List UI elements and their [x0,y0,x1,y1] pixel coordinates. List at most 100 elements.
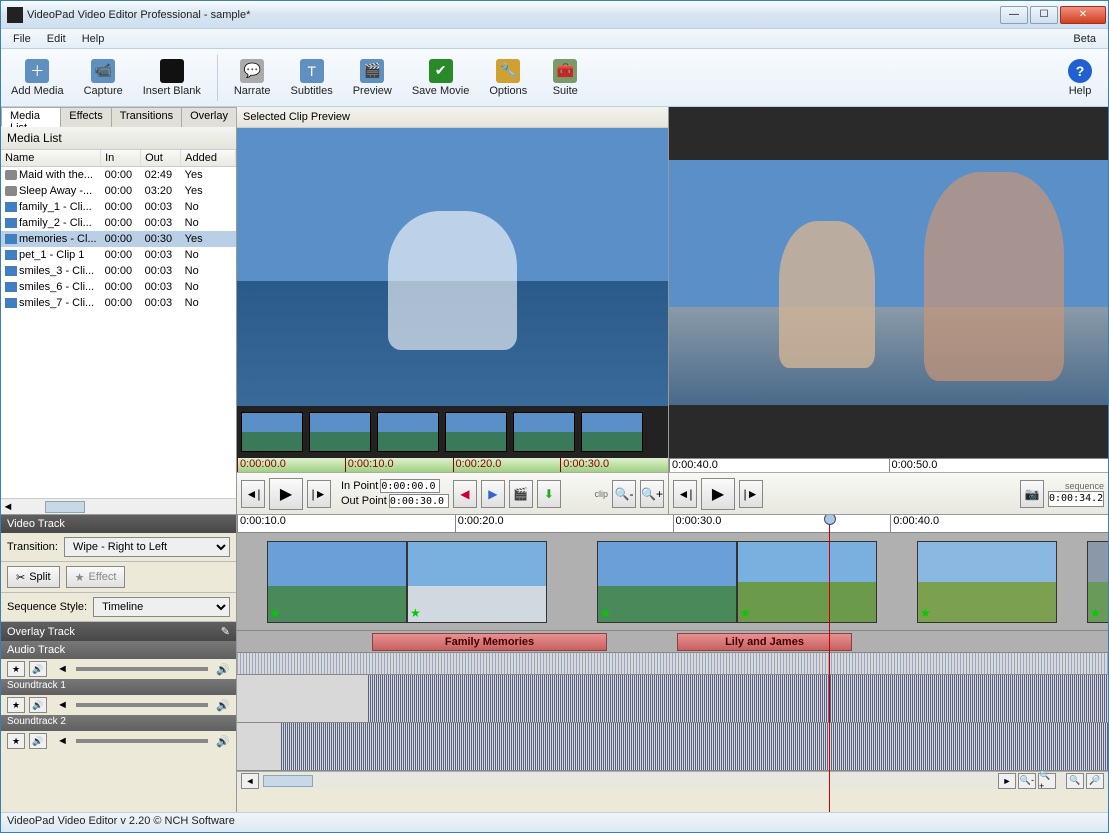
table-row[interactable]: Maid with the...00:0002:49Yes [1,167,236,184]
tab-media-list[interactable]: Media List [1,107,61,127]
menu-file[interactable]: File [5,31,39,47]
speaker-icon[interactable]: 🔊 [29,661,47,677]
menu-edit[interactable]: Edit [39,31,74,47]
zoom-out-button[interactable]: 🔍- [1018,773,1036,789]
media-table[interactable]: Name In Out Added Maid with the...00:000… [1,150,236,498]
filmstrip-thumb[interactable] [241,412,303,452]
in-point-input[interactable] [380,479,440,493]
audio-track-lane[interactable] [237,653,1108,675]
table-row[interactable]: memories - Cl...00:0000:30Yes [1,231,236,247]
split-button[interactable]: ✂ Split [7,566,60,588]
col-name[interactable]: Name [1,150,101,167]
table-row[interactable]: family_2 - Cli...00:0000:03No [1,215,236,231]
narrate-button[interactable]: 💬Narrate [230,57,275,99]
add-media-button[interactable]: ＋Add Media [7,57,68,99]
timeline-ruler[interactable]: 0:00:10.00:00:20.00:00:30.00:00:40.0 [237,515,1108,533]
sequence-controls: ◄| ▶ |► 📷 sequence [669,472,1108,514]
col-out[interactable]: Out [141,150,181,167]
out-point-input[interactable] [389,494,449,508]
table-row[interactable]: smiles_7 - Cli...00:0000:03No [1,295,236,311]
col-in[interactable]: In [101,150,141,167]
star-icon[interactable]: ★ [7,661,25,677]
edit-icon[interactable]: ✎ [221,625,230,638]
video-track[interactable]: ★ ★ ★ ★ ★ ★ [237,533,1108,631]
seq-prev-button[interactable]: ◄| [673,480,697,508]
camera-icon: 📹 [91,59,115,83]
capture-button[interactable]: 📹Capture [80,57,127,99]
volume-slider[interactable] [76,739,208,743]
scroll-left-button[interactable]: ◄ [241,773,259,789]
video-clip[interactable]: ★ [267,541,407,623]
speaker-icon[interactable]: 🔊 [29,697,47,713]
seq-play-button[interactable]: ▶ [701,478,735,510]
transition-select[interactable]: Wipe - Right to Left [64,537,230,557]
filmstrip-thumb[interactable] [377,412,439,452]
next-frame-button[interactable]: |► [307,480,331,508]
suite-button[interactable]: 🧰Suite [543,57,587,99]
separator [217,55,218,101]
overlay-track-header: Overlay Track✎ [1,622,236,641]
set-out-button[interactable]: ▶ [481,480,505,508]
scroll-right-button[interactable]: ► [998,773,1016,789]
seq-next-button[interactable]: |► [739,480,763,508]
clip-props-button[interactable]: 🎬 [509,480,533,508]
sequence-style-select[interactable]: Timeline [93,597,230,617]
set-in-button[interactable]: ◀ [453,480,477,508]
help-button[interactable]: ?Help [1058,57,1102,99]
clip-filmstrip[interactable] [237,406,668,458]
preview-button[interactable]: 🎬Preview [349,57,396,99]
insert-blank-button[interactable]: Insert Blank [139,57,205,99]
zoom-in-button[interactable]: 🔍+ [640,480,664,508]
zoom-fit-button[interactable]: 🔍 [1066,773,1084,789]
close-button[interactable]: ✕ [1060,6,1106,24]
minimize-button[interactable]: — [1000,6,1028,24]
star-icon[interactable]: ★ [7,733,25,749]
filmstrip-thumb[interactable] [309,412,371,452]
soundtrack1-lane[interactable] [237,675,1108,723]
menu-help[interactable]: Help [74,31,113,47]
filmstrip-thumb[interactable] [581,412,643,452]
table-row[interactable]: smiles_6 - Cli...00:0000:03No [1,279,236,295]
video-clip[interactable]: ★ [597,541,737,623]
prev-frame-button[interactable]: ◄| [241,480,265,508]
media-scrollbar[interactable]: ◄ [1,498,236,514]
video-clip[interactable]: ★ [1087,541,1108,623]
filmstrip-thumb[interactable] [513,412,575,452]
video-clip[interactable]: ★ [737,541,877,623]
add-clip-button[interactable]: ⬇ [537,480,561,508]
sequence-time[interactable] [1048,491,1104,507]
video-clip[interactable]: ★ [407,541,547,623]
maximize-button[interactable]: ☐ [1030,6,1058,24]
tab-overlay[interactable]: Overlay [181,107,237,127]
speaker-icon[interactable]: 🔊 [29,733,47,749]
table-row[interactable]: family_1 - Cli...00:0000:03No [1,199,236,215]
star-icon[interactable]: ★ [7,697,25,713]
tab-effects[interactable]: Effects [60,107,111,127]
soundtrack2-lane[interactable] [237,723,1108,771]
options-button[interactable]: 🔧Options [485,57,531,99]
volume-slider[interactable] [76,667,208,671]
volume-slider[interactable] [76,703,208,707]
col-added[interactable]: Added [181,150,236,167]
effect-button[interactable]: ★ Effect [66,566,126,588]
video-clip[interactable]: ★ [917,541,1057,623]
zoom-out-button[interactable]: 🔍- [612,480,636,508]
save-movie-button[interactable]: ✔Save Movie [408,57,473,99]
clip-ruler[interactable]: 0:00:00.00:00:10.00:00:20.00:00:30.0 [237,458,668,472]
filmstrip-thumb[interactable] [445,412,507,452]
overlay-clip[interactable]: Family Memories [372,633,607,651]
table-row[interactable]: pet_1 - Clip 100:0000:03No [1,247,236,263]
overlay-clip[interactable]: Lily and James [677,633,852,651]
snapshot-button[interactable]: 📷 [1020,480,1044,508]
tab-transitions[interactable]: Transitions [111,107,182,127]
table-row[interactable]: smiles_3 - Cli...00:0000:03No [1,263,236,279]
table-row[interactable]: Sleep Away -...00:0003:20Yes [1,183,236,199]
zoom-in-button[interactable]: 🔍+ [1038,773,1056,789]
timeline-scrollbar[interactable] [263,775,313,787]
zoom-selection-button[interactable]: 🔎 [1086,773,1104,789]
overlay-track[interactable]: Family Memories Lily and James [237,631,1108,653]
subtitles-button[interactable]: TSubtitles [287,57,337,99]
play-button[interactable]: ▶ [269,478,303,510]
sequence-ruler[interactable]: 0:00:40.00:00:50.0 [669,458,1108,472]
playhead-handle[interactable] [829,515,830,812]
